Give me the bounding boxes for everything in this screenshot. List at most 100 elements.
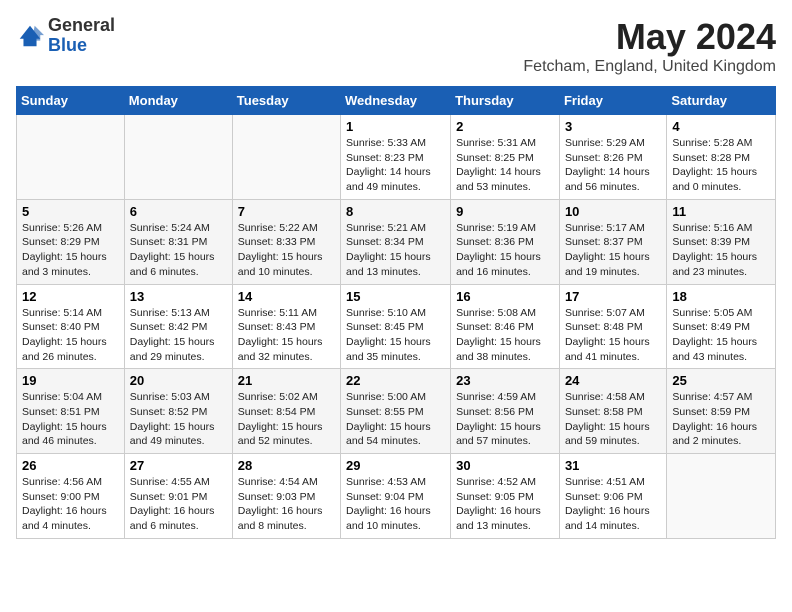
calendar-day-cell: 24Sunrise: 4:58 AMSunset: 8:58 PMDayligh… xyxy=(559,369,666,454)
sunrise-time: Sunrise: 4:59 AM xyxy=(456,391,536,403)
day-number: 13 xyxy=(130,289,227,304)
daylight-hours: Daylight: 16 hours and 4 minutes. xyxy=(22,505,107,532)
sunset-time: Sunset: 8:33 PM xyxy=(238,236,316,248)
day-number: 10 xyxy=(565,204,661,219)
day-number: 26 xyxy=(22,458,119,473)
daylight-hours: Daylight: 15 hours and 3 minutes. xyxy=(22,251,107,278)
page-header: General Blue May 2024 Fetcham, England, … xyxy=(16,16,776,76)
daylight-hours: Daylight: 15 hours and 41 minutes. xyxy=(565,336,650,363)
calendar-day-cell xyxy=(124,115,232,200)
daylight-hours: Daylight: 15 hours and 57 minutes. xyxy=(456,421,541,448)
sunset-time: Sunset: 9:04 PM xyxy=(346,491,424,503)
day-number: 22 xyxy=(346,373,445,388)
day-info: Sunrise: 5:11 AMSunset: 8:43 PMDaylight:… xyxy=(238,306,335,365)
day-info: Sunrise: 5:08 AM Sunset: 8:46 PM Daylight:… xyxy=(456,306,554,365)
sunset-time: Sunset: 8:29 PM xyxy=(22,236,100,248)
sunrise-time: Sunrise: 4:56 AM xyxy=(22,476,102,488)
calendar-day-cell: 7 Sunrise: 5:22 AM Sunset: 8:33 PM Daylight… xyxy=(232,199,340,284)
calendar-day-cell: 13 Sunrise: 5:13 AM Sunset: 8:42 PM Dayligh… xyxy=(124,284,232,369)
daylight-hours: Daylight: 16 hours and 8 minutes. xyxy=(238,505,323,532)
sunset-time: Sunset: 8:42 PM xyxy=(130,321,208,333)
day-number: 4 xyxy=(672,119,770,134)
sunrise-time: Sunrise: 4:55 AM xyxy=(130,476,210,488)
day-number: 21 xyxy=(238,373,335,388)
daylight-hours: Daylight: 15 hours and 54 minutes. xyxy=(346,421,431,448)
sunset-time: Sunset: 8:37 PM xyxy=(565,236,643,248)
weekday-header-saturday: Saturday xyxy=(667,87,776,115)
sunrise-time: Sunrise: 5:22 AM xyxy=(238,222,318,234)
day-number: 11 xyxy=(672,204,770,219)
day-number: 23 xyxy=(456,373,554,388)
sunset-time: Sunset: 8:26 PM xyxy=(565,152,643,164)
day-number: 6 xyxy=(130,204,227,219)
sunrise-time: Sunrise: 4:57 AM xyxy=(672,391,752,403)
day-number: 12 xyxy=(22,289,119,304)
title-area: May 2024 Fetcham, England, United Kingdo… xyxy=(523,16,776,76)
sunrise-time: Sunrise: 5:05 AM xyxy=(672,307,752,319)
daylight-hours: Daylight: 14 hours and 53 minutes. xyxy=(456,166,541,193)
month-year-title: May 2024 xyxy=(523,16,776,58)
day-info: Sunrise: 5:17 AMSunset: 8:37 PMDaylight:… xyxy=(565,221,661,280)
day-info: Sunrise: 5:10 AMSunset: 8:45 PMDaylight:… xyxy=(346,306,445,365)
calendar-day-cell: 29Sunrise: 4:53 AMSunset: 9:04 PMDayligh… xyxy=(341,454,451,539)
sunrise-time: Sunrise: 5:08 AM xyxy=(456,307,536,319)
daylight-hours: Daylight: 15 hours and 38 minutes. xyxy=(456,336,541,363)
day-info: Sunrise: 5:26 AMSunset: 8:29 PMDaylight:… xyxy=(22,221,119,280)
sunrise-time: Sunrise: 5:04 AM xyxy=(22,391,102,403)
calendar-day-cell: 20Sunrise: 5:03 AMSunset: 8:52 PMDayligh… xyxy=(124,369,232,454)
calendar-week-row: 19 Sunrise: 5:04 AMSunset: 8:51 PMDayligh… xyxy=(17,369,776,454)
calendar-day-cell xyxy=(17,115,125,200)
sunrise-time: Sunrise: 5:07 AM xyxy=(565,307,645,319)
sunset-time: Sunset: 8:40 PM xyxy=(22,321,100,333)
daylight-hours: Daylight: 14 hours and 49 minutes. xyxy=(346,166,431,193)
calendar-day-cell: 5Sunrise: 5:26 AMSunset: 8:29 PMDaylight… xyxy=(17,199,125,284)
daylight-hours: Daylight: 15 hours and 52 minutes. xyxy=(238,421,323,448)
daylight-hours: Daylight: 15 hours and 49 minutes. xyxy=(130,421,215,448)
calendar-day-cell: 16Sunrise: 5:08 AMSunset: 8:46 PMDayligh… xyxy=(451,284,560,369)
day-number: 18 xyxy=(672,289,770,304)
calendar-day-cell: 6Sunrise: 5:24 AMSunset: 8:31 PMDaylight… xyxy=(124,199,232,284)
sunrise-time: Sunrise: 5:13 AM xyxy=(130,307,210,319)
sunrise-time: Sunrise: 5:21 AM xyxy=(346,222,426,234)
day-number: 2 xyxy=(456,119,554,134)
day-number: 30 xyxy=(456,458,554,473)
location-subtitle: Fetcham, England, United Kingdom xyxy=(523,58,776,76)
daylight-hours: Daylight: 15 hours and 10 minutes. xyxy=(238,251,323,278)
sunrise-time: Sunrise: 5:16 AM xyxy=(672,222,752,234)
day-number: 7 xyxy=(238,204,335,219)
day-info: Sunrise: 5:02 AMSunset: 8:54 PMDaylight:… xyxy=(238,390,335,449)
sunset-time: Sunset: 8:28 PM xyxy=(672,152,750,164)
sunset-time: Sunset: 8:43 PM xyxy=(238,321,316,333)
sunset-time: Sunset: 8:39 PM xyxy=(672,236,750,248)
logo-text: General Blue xyxy=(48,16,115,56)
day-number: 27 xyxy=(130,458,227,473)
day-info: Sunrise: 4:53 AMSunset: 9:04 PMDaylight:… xyxy=(346,475,445,534)
calendar-day-cell: 31Sunrise: 4:51 AMSunset: 9:06 PMDayligh… xyxy=(559,454,666,539)
daylight-hours: Daylight: 15 hours and 29 minutes. xyxy=(130,336,215,363)
sunset-time: Sunset: 8:46 PM xyxy=(456,321,534,333)
sunset-time: Sunset: 8:55 PM xyxy=(346,406,424,418)
calendar-week-row: 26Sunrise: 4:56 AMSunset: 9:00 PMDayligh… xyxy=(17,454,776,539)
calendar-day-cell: 14Sunrise: 5:11 AMSunset: 8:43 PMDayligh… xyxy=(232,284,340,369)
daylight-hours: Daylight: 15 hours and 59 minutes. xyxy=(565,421,650,448)
daylight-hours: Daylight: 15 hours and 46 minutes. xyxy=(22,421,107,448)
day-info: Sunrise: 5:03 AMSunset: 8:52 PMDaylight:… xyxy=(130,390,227,449)
calendar-day-cell: 19 Sunrise: 5:04 AMSunset: 8:51 PMDayligh… xyxy=(17,369,125,454)
daylight-hours: Daylight: 15 hours and 19 minutes. xyxy=(565,251,650,278)
sunrise-time: Sunrise: 5:11 AM xyxy=(238,307,317,319)
daylight-hours: Daylight: 16 hours and 2 minutes. xyxy=(672,421,757,448)
calendar-day-cell: 3Sunrise: 5:29 AMSunset: 8:26 PMDaylight… xyxy=(559,115,666,200)
daylight-hours: Daylight: 15 hours and 35 minutes. xyxy=(346,336,431,363)
day-info: Sunrise: 4:51 AMSunset: 9:06 PMDaylight:… xyxy=(565,475,661,534)
sunrise-time: Sunrise: 4:52 AM xyxy=(456,476,536,488)
day-number: 14 xyxy=(238,289,335,304)
calendar-day-cell: 23Sunrise: 4:59 AMSunset: 8:56 PMDayligh… xyxy=(451,369,560,454)
calendar-day-cell: 21 Sunrise: 5:02 AMSunset: 8:54 PMDayligh… xyxy=(232,369,340,454)
day-number: 19 xyxy=(22,373,119,388)
day-info: Sunrise: 5:13 AM Sunset: 8:42 PM Daylight:… xyxy=(130,306,227,365)
day-info: Sunrise: 5:04 AMSunset: 8:51 PMDaylight:… xyxy=(22,390,119,449)
daylight-hours: Daylight: 16 hours and 13 minutes. xyxy=(456,505,541,532)
sunset-time: Sunset: 8:59 PM xyxy=(672,406,750,418)
day-info: Sunrise: 5:21 AMSunset: 8:34 PMDaylight:… xyxy=(346,221,445,280)
day-info: Sunrise: 5:05 AMSunset: 8:49 PMDaylight:… xyxy=(672,306,770,365)
